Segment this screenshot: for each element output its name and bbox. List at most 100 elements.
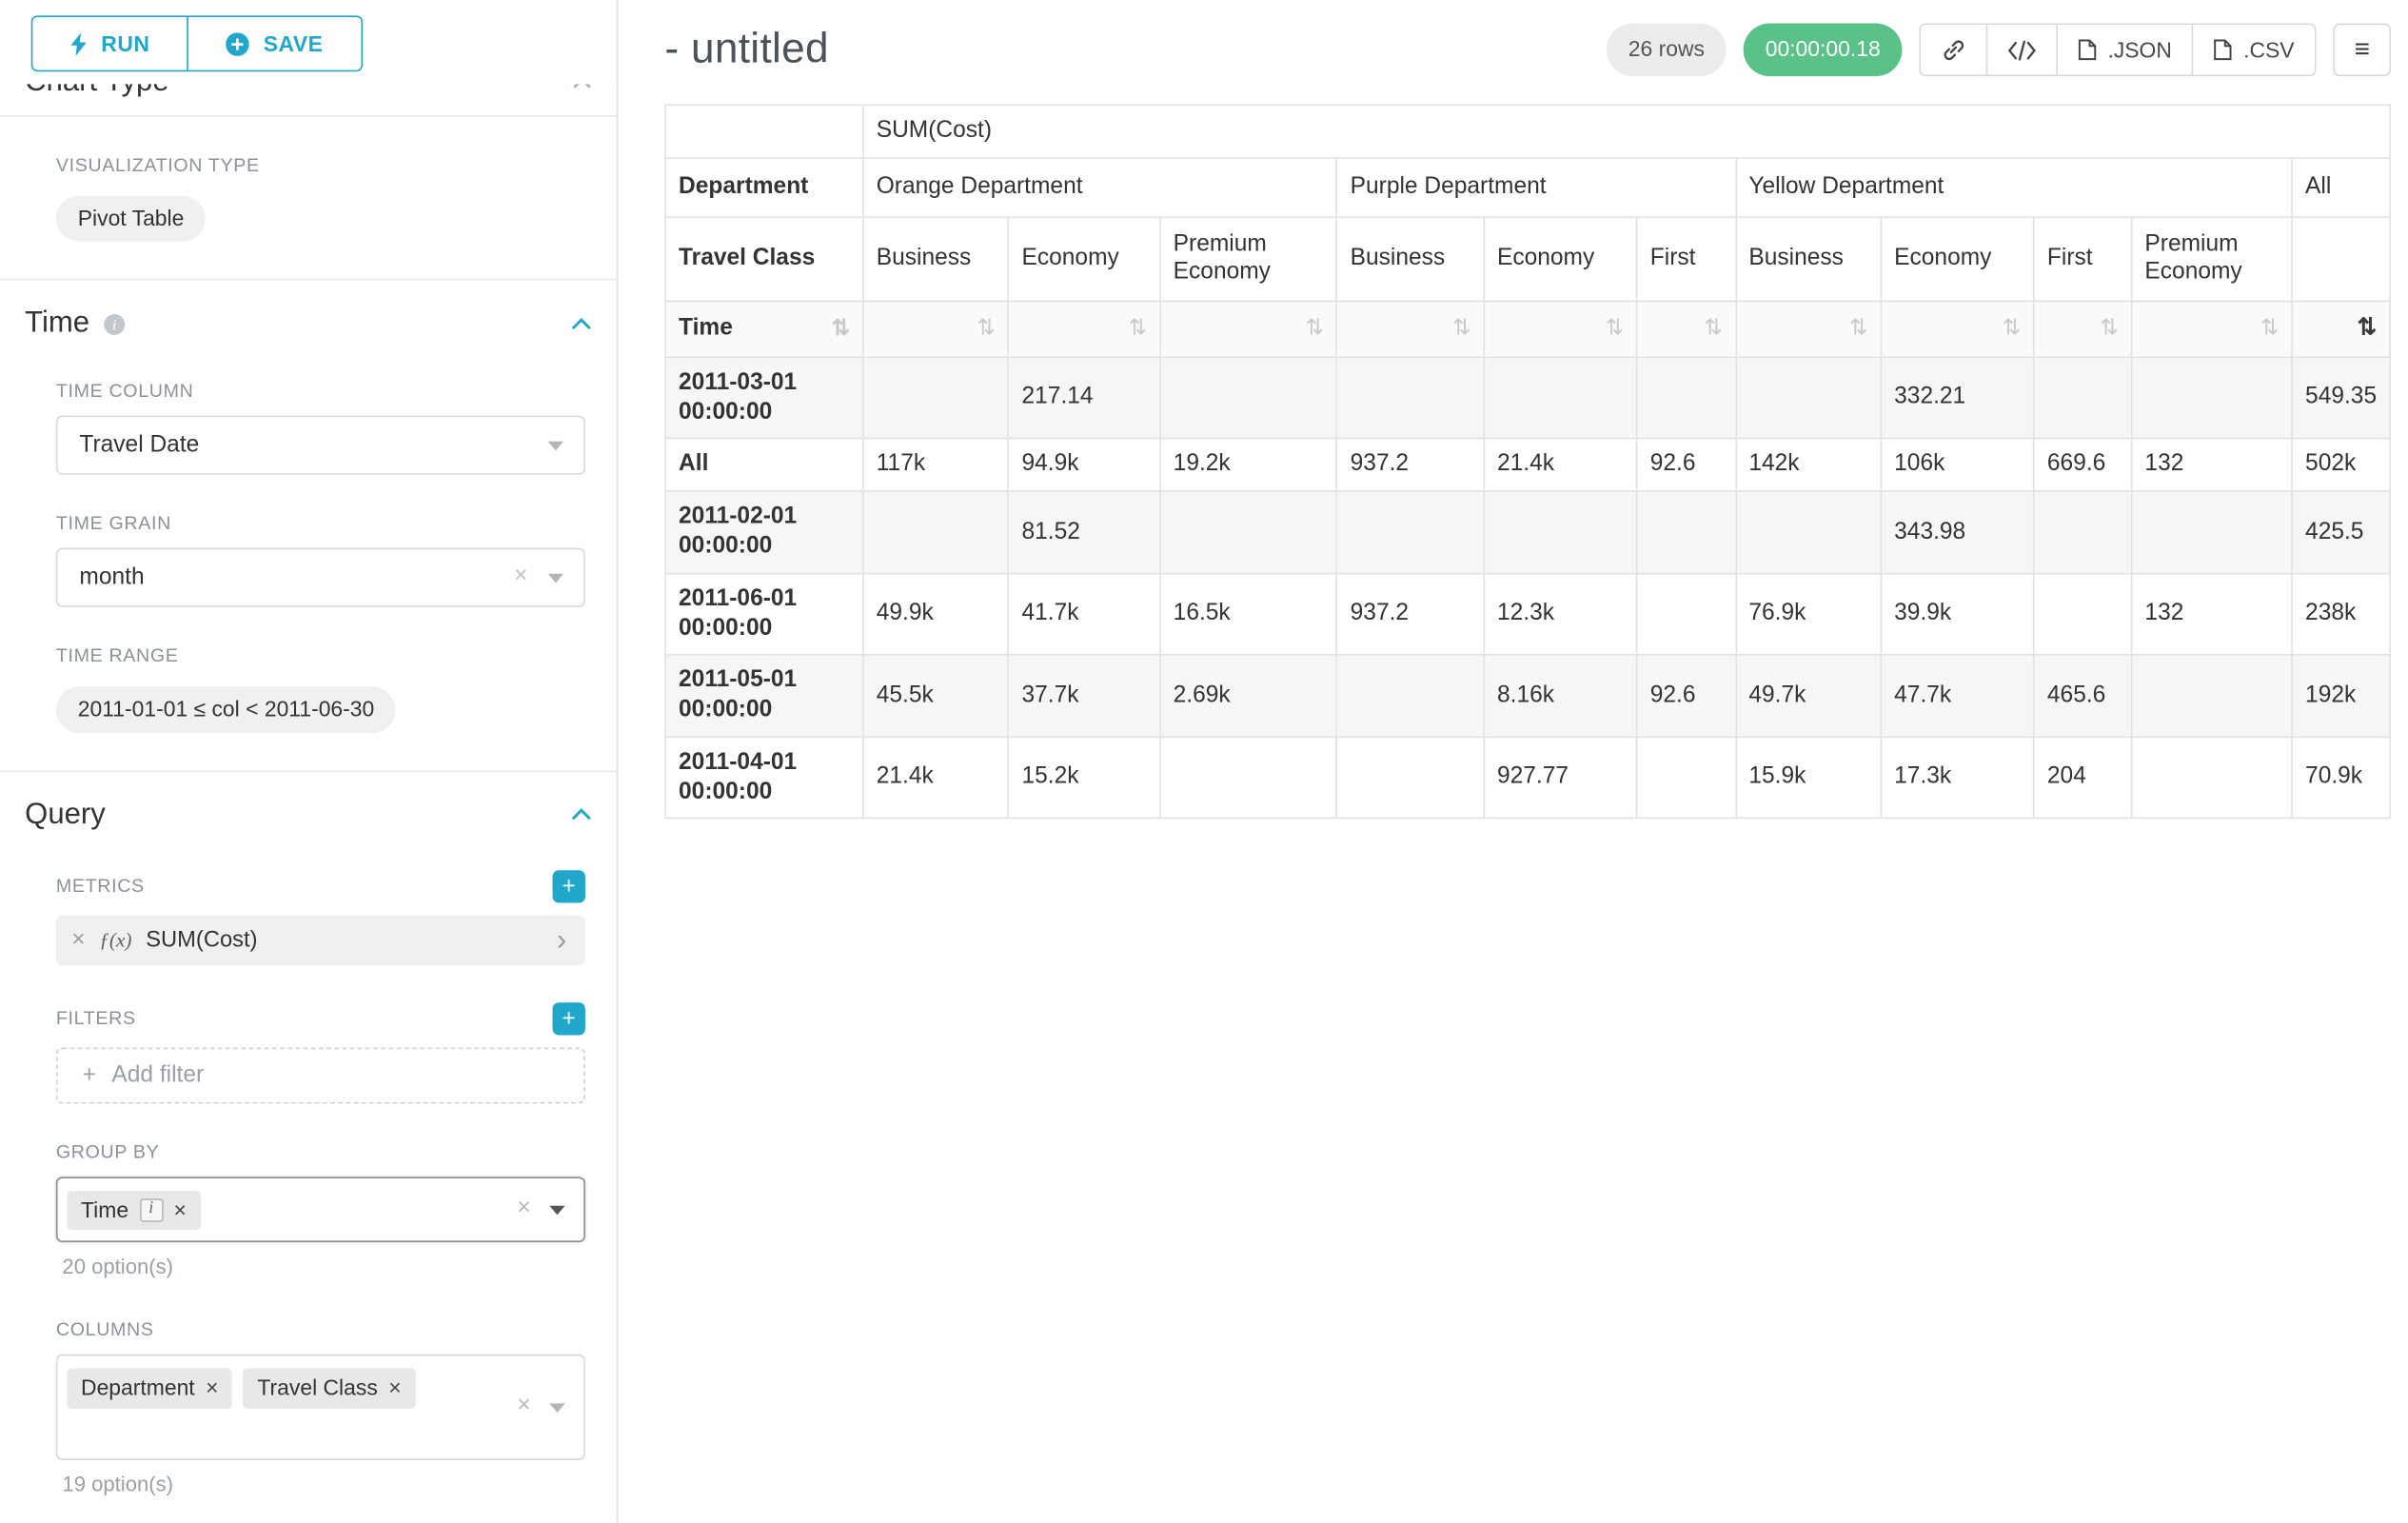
sort-icon[interactable]: ⇅ [1704, 314, 1722, 339]
group-by-select[interactable]: Timei× × [56, 1177, 585, 1243]
sort-icon[interactable]: ⇅ [2260, 314, 2279, 339]
columns-label: COLUMNS [56, 1318, 585, 1342]
sort-icon[interactable]: ⇅ [1452, 314, 1470, 339]
filters-label: FILTERS [56, 1008, 136, 1032]
value-cell: 117k [863, 439, 1009, 492]
query-section-title: Query [25, 797, 106, 834]
chart-menu-button[interactable]: ≡ [2333, 24, 2391, 77]
clear-icon[interactable]: × [517, 1195, 530, 1224]
remove-chip-icon[interactable]: × [174, 1197, 187, 1224]
column-group-header: Orange Department [863, 158, 1337, 217]
visualization-type-section: VISUALIZATION TYPE Pivot Table [56, 153, 585, 241]
add-filter-label: Add filter [111, 1061, 204, 1091]
time-range-value[interactable]: 2011-01-01 ≤ col < 2011-06-30 [56, 686, 396, 732]
remove-metric-icon[interactable]: × [71, 926, 85, 956]
metric-chip[interactable]: × ƒ(x) SUM(Cost) › [56, 916, 585, 965]
group-by-chips: Timei× [67, 1190, 200, 1230]
time-column-value: Travel Date [79, 430, 199, 460]
query-section-header: Query [25, 797, 591, 834]
add-filter-button[interactable]: + Add filter [56, 1048, 585, 1104]
value-cell: 132 [2132, 573, 2293, 655]
time-row-header: Time ⇅ [665, 301, 863, 357]
column-sorter-cell: ⇅ [1637, 301, 1736, 357]
sort-icon[interactable]: ⇅ [1606, 314, 1624, 339]
sort-icon[interactable]: ⇅ [832, 315, 850, 343]
divider [0, 279, 617, 281]
time-column-select[interactable]: Travel Date [56, 416, 585, 475]
sort-icon[interactable]: ⇅ [2003, 314, 2021, 339]
group-by-label: GROUP BY [56, 1141, 585, 1165]
column-group-header: Purple Department [1337, 158, 1736, 217]
value-cell: 45.5k [863, 655, 1009, 737]
export-json-button[interactable]: .JSON [2056, 25, 2192, 74]
columns-select[interactable]: Department× Travel Class× × [56, 1355, 585, 1460]
save-button[interactable]: SAVE [188, 17, 361, 70]
value-cell [863, 357, 1009, 439]
clear-icon[interactable]: × [517, 1393, 530, 1422]
add-filter-plus-button[interactable]: + [553, 1003, 585, 1036]
column-sorter-cell: ⇅ [1484, 301, 1637, 357]
value-cell [2132, 655, 2293, 737]
export-csv-button[interactable]: .CSV [2192, 25, 2315, 74]
collapse-section-icon[interactable] [571, 808, 591, 821]
column-class-header: Premium Economy [2132, 217, 2293, 301]
sort-icon[interactable]: ⇅ [2358, 314, 2378, 341]
column-group-header: Yellow Department [1735, 158, 2292, 217]
value-cell: 927.77 [1484, 737, 1637, 819]
value-cell [1735, 357, 1881, 439]
value-cell: 204 [2034, 737, 2132, 819]
column-sorter-cell: ⇅ [1735, 301, 1881, 357]
embed-code-button[interactable] [1986, 25, 2057, 74]
columns-chip[interactable]: Travel Class× [244, 1369, 416, 1409]
value-cell [2034, 573, 2132, 655]
value-cell: 17.3k [1881, 737, 2034, 819]
code-icon [2008, 40, 2036, 60]
plus-icon: + [83, 1061, 96, 1091]
column-info-icon[interactable]: i [140, 1198, 164, 1222]
sort-icon[interactable]: ⇅ [1306, 314, 1324, 339]
caret-down-icon[interactable] [549, 1403, 564, 1413]
column-sorter-cell: ⇅ [1337, 301, 1484, 357]
time-grain-label: TIME GRAIN [56, 512, 585, 536]
row-label: 2011-05-01 00:00:00 [665, 655, 863, 737]
value-cell [2132, 737, 2293, 819]
run-button[interactable]: RUN [32, 17, 187, 70]
time-grain-select[interactable]: month × [56, 548, 585, 607]
remove-chip-icon[interactable]: × [388, 1375, 401, 1402]
add-metric-button[interactable]: + [553, 871, 585, 903]
lightning-icon [70, 32, 88, 56]
file-icon [2214, 39, 2233, 61]
value-cell: 132 [2132, 439, 2293, 492]
time-section-header: Time i [25, 306, 591, 343]
sort-icon[interactable]: ⇅ [1849, 314, 1867, 339]
metrics-label: METRICS [56, 876, 145, 900]
superset-explore-view: RUN SAVE Chart Type VISUALIZATION TYPE P… [0, 0, 2408, 1522]
value-cell [1484, 357, 1637, 439]
visualization-type-value[interactable]: Pivot Table [56, 196, 206, 242]
group-by-chip[interactable]: Timei× [67, 1190, 200, 1230]
value-cell: 192k [2292, 655, 2390, 737]
sort-icon[interactable]: ⇅ [1129, 314, 1147, 339]
sort-icon[interactable]: ⇅ [2100, 314, 2118, 339]
value-cell: 238k [2292, 573, 2390, 655]
time-range-label: TIME RANGE [56, 644, 585, 668]
corner-cell [665, 105, 863, 157]
columns-chip[interactable]: Department× [67, 1369, 232, 1409]
value-cell [1637, 573, 1736, 655]
value-cell: 343.98 [1881, 491, 2034, 573]
caret-down-icon[interactable] [549, 1206, 564, 1216]
value-cell: 12.3k [1484, 573, 1637, 655]
value-cell: 49.7k [1735, 655, 1881, 737]
value-cell: 76.9k [1735, 573, 1881, 655]
caret-down-icon [548, 442, 563, 451]
chart-header-actions: 26 rows 00:00:00.18 .JSON .CSV [1607, 24, 2391, 77]
remove-chip-icon[interactable]: × [206, 1375, 218, 1402]
value-cell [1337, 491, 1484, 573]
row-label: 2011-06-01 00:00:00 [665, 573, 863, 655]
collapse-section-icon[interactable] [571, 318, 591, 330]
sort-icon[interactable]: ⇅ [977, 314, 996, 339]
time-row-label: Time [679, 314, 733, 341]
chevron-right-icon[interactable]: › [557, 926, 566, 956]
clear-icon[interactable]: × [514, 563, 527, 592]
copy-link-button[interactable] [1921, 25, 1986, 74]
